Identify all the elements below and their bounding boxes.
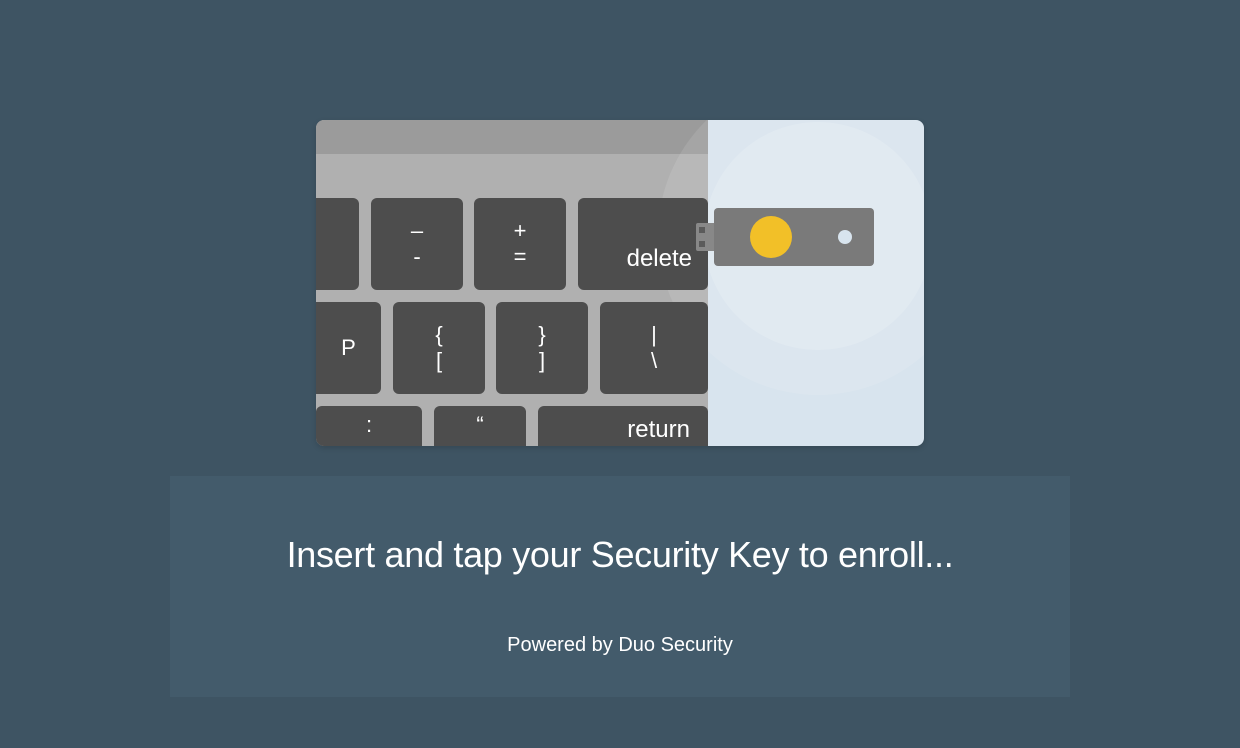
- key-label: –: [411, 218, 423, 244]
- keyboard-key-p: P: [316, 302, 381, 394]
- instruction-heading: Insert and tap your Security Key to enro…: [190, 534, 1050, 576]
- security-key-illustration: – - + = delete P { [ } ] | \ : “ return: [316, 120, 924, 446]
- powered-by-label: Powered by Duo Security: [190, 634, 1050, 657]
- key-label: {: [435, 322, 442, 348]
- key-label: \: [651, 348, 657, 374]
- key-label: -: [413, 244, 420, 270]
- key-label: return: [627, 416, 690, 445]
- keyboard-top-edge: [316, 120, 708, 154]
- keyboard-key-colon: :: [316, 406, 422, 446]
- key-label: “: [476, 412, 483, 438]
- security-key-button-icon: [750, 216, 792, 258]
- keyboard-key-delete: delete: [578, 198, 708, 290]
- key-label: |: [651, 322, 657, 348]
- keyboard-key-plus: + =: [474, 198, 566, 290]
- key-label: ]: [539, 348, 545, 374]
- keyboard-key-pipe: | \: [600, 302, 708, 394]
- key-label: }: [538, 322, 545, 348]
- keyboard-key-bracket-open: { [: [393, 302, 485, 394]
- key-label: P: [341, 335, 356, 361]
- key-label: delete: [627, 245, 692, 274]
- key-label: :: [366, 412, 372, 438]
- instruction-panel: Insert and tap your Security Key to enro…: [170, 476, 1070, 697]
- key-label: [: [436, 348, 442, 374]
- keyboard-key-edge: [316, 198, 359, 290]
- keyboard-key-bracket-close: } ]: [496, 302, 588, 394]
- keyboard-key-minus: – -: [371, 198, 463, 290]
- key-label: =: [514, 244, 527, 270]
- key-label: +: [514, 218, 527, 244]
- keyboard-key-return: return: [538, 406, 708, 446]
- security-key-hole-icon: [838, 230, 852, 244]
- keyboard-key-quote: “: [434, 406, 526, 446]
